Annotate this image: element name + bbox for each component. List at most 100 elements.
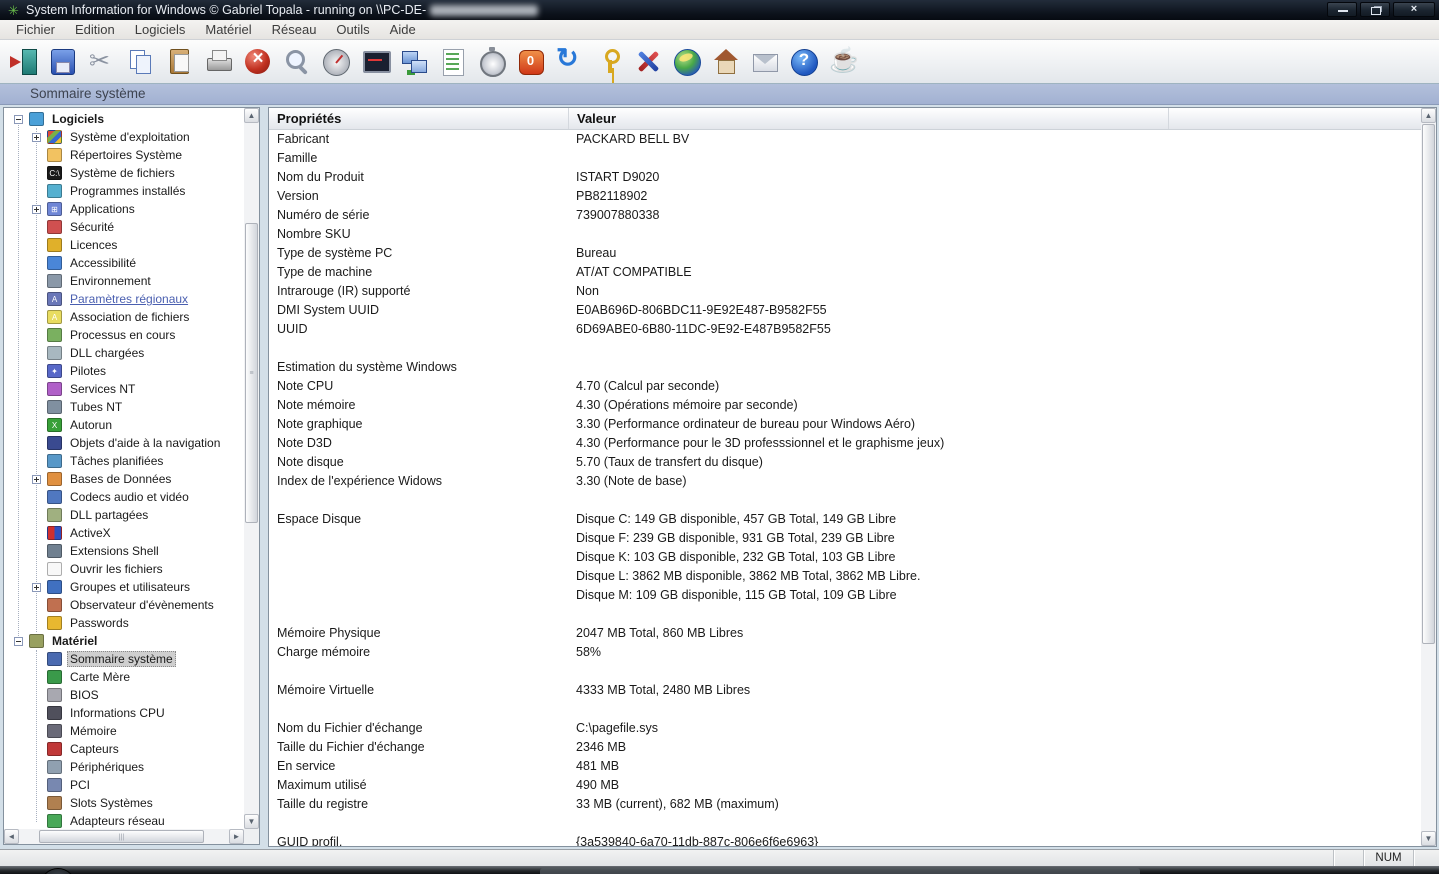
table-row[interactable]: Note mémoire 4.30 (Opérations mémoire par… xyxy=(269,396,1421,415)
scroll-right-arrow[interactable]: ► xyxy=(229,829,244,844)
tree-item-carte-mere[interactable]: Carte Mère xyxy=(4,668,244,686)
expand-icon[interactable] xyxy=(32,474,41,484)
table-row[interactable]: Famille xyxy=(269,149,1421,168)
collapse-icon[interactable] xyxy=(14,636,23,646)
scroll-left-arrow[interactable]: ◄ xyxy=(4,829,19,844)
tree-vertical-scrollbar[interactable]: ▲ ≡ ▼ xyxy=(244,108,259,829)
tree-item-adapteurs-reseau[interactable]: Adapteurs réseau xyxy=(4,812,244,829)
update-icon[interactable] xyxy=(671,46,703,78)
scroll-up-arrow[interactable]: ▲ xyxy=(244,108,259,123)
tree-item-pilotes[interactable]: ✦ Pilotes xyxy=(4,362,244,380)
collapse-icon[interactable] xyxy=(14,114,23,124)
tree-item-securite[interactable]: Sécurité xyxy=(4,218,244,236)
gauge-icon[interactable] xyxy=(320,46,352,78)
table-row[interactable]: GUID profil. {3a539840-6a70-11db-887c-806… xyxy=(269,833,1421,846)
table-row[interactable]: Version PB82118902 xyxy=(269,187,1421,206)
tree-item-programmes-installes[interactable]: Programmes installés xyxy=(4,182,244,200)
power-icon[interactable] xyxy=(515,46,547,78)
tree-item-codecs-audio-et-video[interactable]: Codecs audio et vidéo xyxy=(4,488,244,506)
save-icon[interactable] xyxy=(47,46,79,78)
tree-item-processus-en-cours[interactable]: Processus en cours xyxy=(4,326,244,344)
tree-item-tubes-nt[interactable]: Tubes NT xyxy=(4,398,244,416)
tree-item-slots-systemes[interactable]: Slots Systèmes xyxy=(4,794,244,812)
print-icon[interactable] xyxy=(203,46,235,78)
column-header-properties[interactable]: Propriétés xyxy=(269,108,569,129)
copy-icon[interactable] xyxy=(125,46,157,78)
menu-logiciels[interactable]: Logiciels xyxy=(125,20,196,39)
tree-item-activex[interactable]: ActiveX xyxy=(4,524,244,542)
table-row[interactable]: Index de l'expérience Widows 3.30 (Note d… xyxy=(269,472,1421,491)
table-row[interactable]: Fabricant PACKARD BELL BV xyxy=(269,130,1421,149)
tree-item-passwords[interactable]: Passwords xyxy=(4,614,244,632)
tree-item-materiel[interactable]: Matériel xyxy=(4,632,244,650)
table-row[interactable]: Mémoire Physique 2047 MB Total, 860 MB Li… xyxy=(269,624,1421,643)
tree-item-environnement[interactable]: Environnement xyxy=(4,272,244,290)
tree-item-parametres-regionaux[interactable]: A Paramètres régionaux xyxy=(4,290,244,308)
expand-icon[interactable] xyxy=(32,132,41,142)
table-row[interactable]: Estimation du système Windows xyxy=(269,358,1421,377)
table-row[interactable]: Nombre SKU xyxy=(269,225,1421,244)
table-row[interactable]: Disque M: 109 GB disponible, 115 GB Tota… xyxy=(269,586,1421,605)
table-row[interactable]: DMI System UUID E0AB696D-806BDC11-9E92E48… xyxy=(269,301,1421,320)
tree-item-logiciels[interactable]: Logiciels xyxy=(4,110,244,128)
table-row[interactable]: Note D3D 4.30 (Performance pour le 3D pro… xyxy=(269,434,1421,453)
tree-item-extensions-shell[interactable]: Extensions Shell xyxy=(4,542,244,560)
table-row[interactable]: Maximum utilisé 490 MB xyxy=(269,776,1421,795)
table-row[interactable]: En service 481 MB xyxy=(269,757,1421,776)
tree-item-association-de-fichiers[interactable]: A Association de fichiers xyxy=(4,308,244,326)
search-icon[interactable] xyxy=(281,46,313,78)
report-icon[interactable] xyxy=(437,46,469,78)
table-row[interactable]: Nom du Fichier d'échange C:\pagefile.sys xyxy=(269,719,1421,738)
tree-item-autorun[interactable]: X Autorun xyxy=(4,416,244,434)
network-icon[interactable] xyxy=(398,46,430,78)
monitor-icon[interactable] xyxy=(359,46,391,78)
tree-item-licences[interactable]: Licences xyxy=(4,236,244,254)
exit-icon[interactable] xyxy=(8,46,40,78)
table-row[interactable]: Type de machine AT/AT COMPATIBLE xyxy=(269,263,1421,282)
tree-item-ouvrir-les-fichiers[interactable]: Ouvrir les fichiers xyxy=(4,560,244,578)
menu-edition[interactable]: Edition xyxy=(65,20,125,39)
table-row[interactable]: Charge mémoire 58% xyxy=(269,643,1421,662)
table-row[interactable]: Disque K: 103 GB disponible, 232 GB Tota… xyxy=(269,548,1421,567)
table-row[interactable]: Taille du registre 33 MB (current), 682 M… xyxy=(269,795,1421,814)
table-row[interactable]: Espace Disque Disque C: 149 GB disponible… xyxy=(269,510,1421,529)
paste-icon[interactable] xyxy=(164,46,196,78)
table-row[interactable]: Disque L: 3862 MB disponible, 3862 MB To… xyxy=(269,567,1421,586)
expand-icon[interactable] xyxy=(32,204,41,214)
table-row[interactable]: Disque F: 239 GB disponible, 931 GB Tota… xyxy=(269,529,1421,548)
timer-icon[interactable] xyxy=(476,46,508,78)
list-scroll-thumb[interactable] xyxy=(1422,124,1435,644)
stop-icon[interactable] xyxy=(242,46,274,78)
tree-item-capteurs[interactable]: Capteurs xyxy=(4,740,244,758)
scroll-down-arrow[interactable]: ▼ xyxy=(1421,831,1436,846)
tree-item-taches-planifiees[interactable]: Tâches planifiées xyxy=(4,452,244,470)
tree-hscroll-thumb[interactable]: ||| xyxy=(39,830,204,843)
expand-icon[interactable] xyxy=(32,582,41,592)
key-icon[interactable] xyxy=(593,46,625,78)
tree-item-dll-chargees[interactable]: DLL chargées xyxy=(4,344,244,362)
tree-scroll-thumb[interactable]: ≡ xyxy=(245,223,258,523)
menu-aide[interactable]: Aide xyxy=(380,20,426,39)
tools-icon[interactable] xyxy=(632,46,664,78)
tree-item-memoire[interactable]: Mémoire xyxy=(4,722,244,740)
scroll-down-arrow[interactable]: ▼ xyxy=(244,814,259,829)
start-orb[interactable] xyxy=(40,868,76,874)
table-row[interactable]: Mémoire Virtuelle 4333 MB Total, 2480 MB … xyxy=(269,681,1421,700)
tree-item-repertoires-systeme[interactable]: Répertoires Système xyxy=(4,146,244,164)
tree-item-sommaire-systeme[interactable]: Sommaire système xyxy=(4,650,244,668)
table-row[interactable]: Intrarouge (IR) supporté Non xyxy=(269,282,1421,301)
close-button[interactable]: × xyxy=(1393,2,1435,17)
tree-item-accessibilite[interactable]: Accessibilité xyxy=(4,254,244,272)
tree-horizontal-scrollbar[interactable]: ◄ ||| ► xyxy=(4,829,244,844)
column-header-valeur[interactable]: Valeur xyxy=(569,108,1169,129)
table-row[interactable]: Note CPU 4.70 (Calcul par seconde) xyxy=(269,377,1421,396)
restore-button[interactable] xyxy=(1360,2,1390,17)
coffee-icon[interactable] xyxy=(827,46,859,78)
table-row[interactable]: Numéro de série 739007880338 xyxy=(269,206,1421,225)
tree-item-bases-de-donnees[interactable]: Bases de Données xyxy=(4,470,244,488)
tree-item-services-nt[interactable]: Services NT xyxy=(4,380,244,398)
menu-materiel[interactable]: Matériel xyxy=(195,20,261,39)
menu-outils[interactable]: Outils xyxy=(326,20,379,39)
refresh-icon[interactable] xyxy=(554,43,586,78)
tree-item-informations-cpu[interactable]: Informations CPU xyxy=(4,704,244,722)
